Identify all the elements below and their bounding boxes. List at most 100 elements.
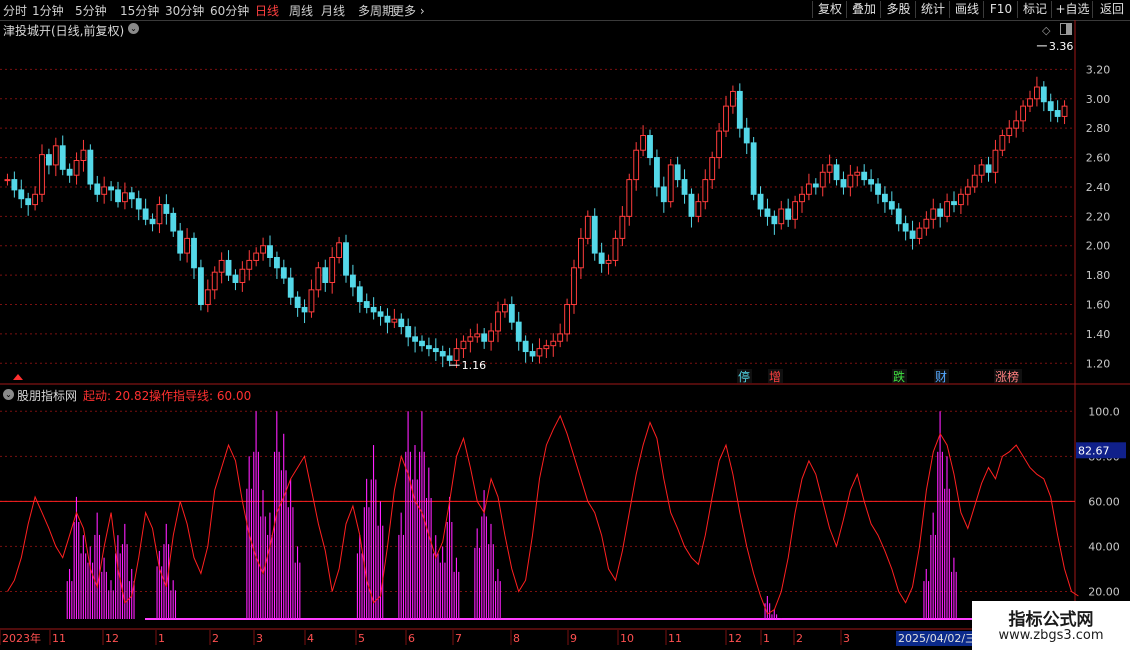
candle-body[interactable] [667,164,674,203]
candle-body[interactable] [515,321,522,342]
candle-body[interactable] [398,318,405,328]
candle-body[interactable] [184,237,191,254]
candle-body[interactable] [736,90,743,129]
candle-body[interactable] [792,201,799,220]
candle-body[interactable] [391,318,398,323]
candle-body[interactable] [315,267,322,291]
candle-body[interactable] [384,315,391,323]
candle-body[interactable] [1027,98,1033,107]
candle-body[interactable] [605,259,612,264]
candle-body[interactable] [1047,101,1054,112]
candle-body[interactable] [246,259,253,270]
diamond-icon[interactable]: ◇ [1042,24,1050,37]
candle-body[interactable] [805,183,812,195]
candle-body[interactable] [204,289,211,306]
candle-body[interactable] [149,218,156,225]
candle-body[interactable] [957,193,964,206]
candle-body[interactable] [660,186,667,203]
candle-body[interactable] [944,201,951,217]
candle-body[interactable] [799,193,805,203]
candle-body[interactable] [785,208,792,220]
candle-body[interactable] [584,215,591,239]
candle-body[interactable] [467,336,474,342]
candle-body[interactable] [419,340,425,347]
candle-body[interactable] [432,348,439,353]
candle-body[interactable] [681,179,688,195]
candle-body[interactable] [273,256,280,269]
candle-body[interactable] [612,237,619,261]
candle-body[interactable] [812,183,819,188]
candle-body[interactable] [1013,120,1020,129]
candle-body[interactable] [909,230,916,239]
candle-body[interactable] [191,237,197,269]
candle-body[interactable] [488,330,495,342]
candle-body[interactable] [267,245,273,258]
candle-body[interactable] [439,351,446,357]
candle-body[interactable] [1006,127,1013,137]
candle-body[interactable] [1054,110,1061,117]
candle-body[interactable] [1020,105,1027,122]
candle-body[interactable] [356,286,363,303]
candle-body[interactable] [239,268,246,283]
candle-body[interactable] [964,186,971,195]
candle-body[interactable] [73,160,80,176]
candle-body[interactable] [674,164,681,181]
candle-body[interactable] [978,164,985,176]
candle-body[interactable] [329,256,336,283]
indicator-options-chevron-icon[interactable]: ⌄ [3,389,14,400]
candle-body[interactable] [225,259,232,276]
candle-body[interactable] [840,179,847,188]
candle-body[interactable] [508,304,515,323]
candle-body[interactable] [529,351,536,357]
candle-body[interactable] [626,179,633,217]
candle-body[interactable] [253,252,260,261]
candle-body[interactable] [729,90,736,107]
candle-body[interactable] [881,193,888,203]
candle-body[interactable] [571,267,577,306]
candle-body[interactable] [819,171,826,188]
candle-body[interactable] [750,142,757,195]
candle-body[interactable] [336,242,343,258]
candle-body[interactable] [11,179,18,191]
candle-body[interactable] [121,192,128,203]
candle-body[interactable] [916,227,923,239]
candle-body[interactable] [591,215,598,254]
candle-body[interactable] [826,164,833,173]
candle-body[interactable] [197,267,204,306]
candle-body[interactable] [343,242,349,276]
candle-body[interactable] [757,193,764,210]
stock-options-chevron-icon[interactable]: ⌄ [128,23,139,34]
candle-body[interactable] [163,204,170,214]
candle-body[interactable] [142,208,149,220]
candle-body[interactable] [135,198,142,210]
candle-body[interactable] [888,201,895,210]
candle-body[interactable] [895,208,902,225]
candle-body[interactable] [481,333,488,342]
candle-body[interactable] [474,333,481,338]
candle-body[interactable] [280,267,287,279]
candle-body[interactable] [695,201,702,217]
candle-body[interactable] [349,274,356,288]
candle-body[interactable] [501,304,508,313]
candle-body[interactable] [94,183,101,195]
candle-body[interactable] [87,149,94,185]
candle-body[interactable] [930,208,937,220]
candle-body[interactable] [647,135,653,159]
candle-body[interactable] [301,306,308,313]
candle-body[interactable] [971,174,978,188]
candle-body[interactable] [868,179,875,185]
candle-body[interactable] [115,189,121,203]
candle-body[interactable] [1040,86,1047,103]
candle-body[interactable] [66,168,73,176]
candle-body[interactable] [322,267,329,283]
candle-body[interactable] [522,340,529,353]
candle-body[interactable] [4,179,11,182]
candle-body[interactable] [128,192,135,200]
candle-body[interactable] [653,157,660,188]
candle-body[interactable] [45,154,52,166]
candle-body[interactable] [902,223,909,232]
candle-body[interactable] [405,326,412,338]
candle-body[interactable] [999,135,1006,151]
candle-body[interactable] [619,215,626,239]
candle-body[interactable] [156,204,163,225]
